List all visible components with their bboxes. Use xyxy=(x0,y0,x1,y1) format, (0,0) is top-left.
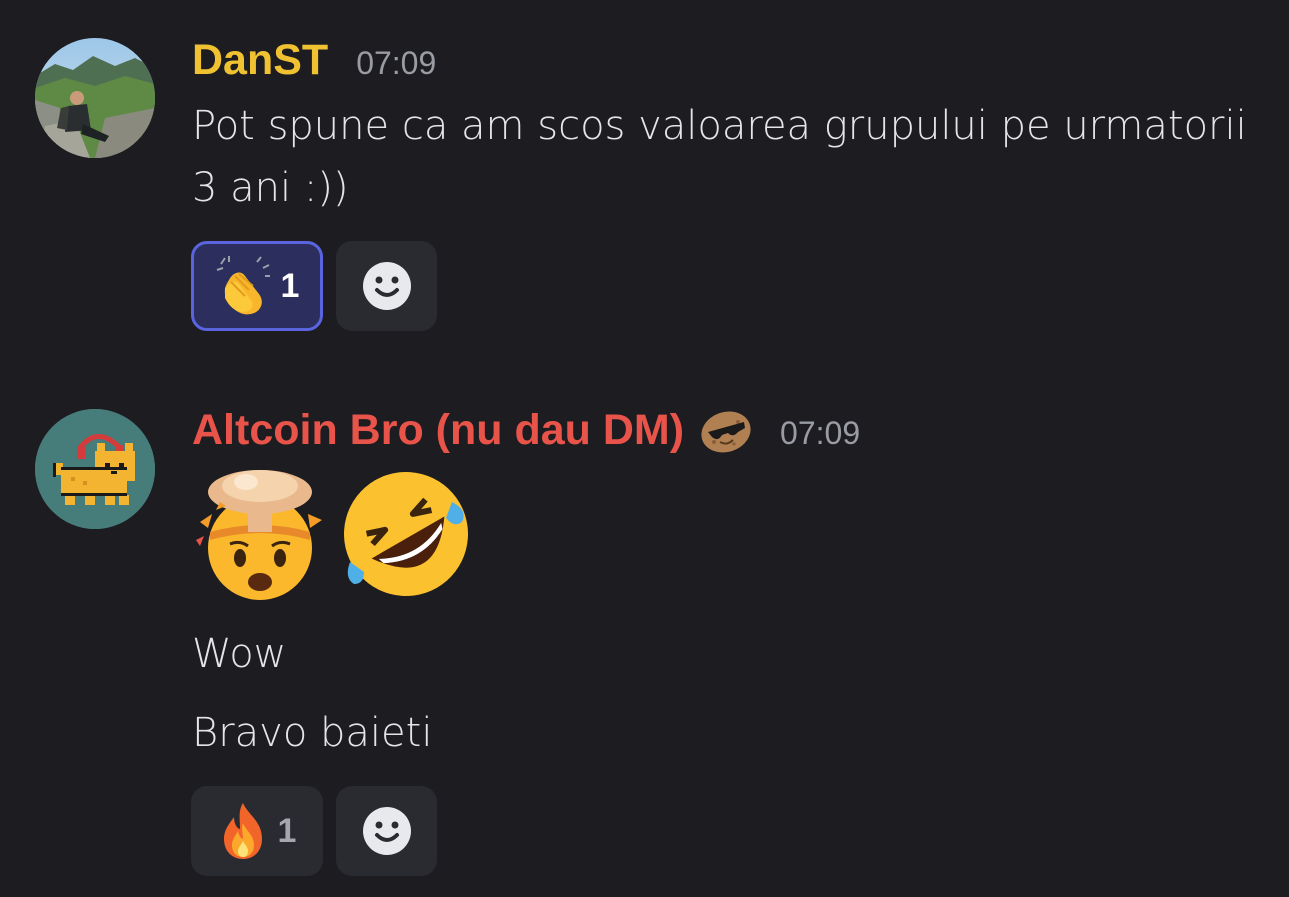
timestamp: 07:09 xyxy=(780,415,861,451)
jumbo-emoji-row xyxy=(190,462,476,602)
message-text: Pot spune ca am scos valoarea grupului p… xyxy=(192,95,1247,219)
potato-sunglasses-badge-icon xyxy=(700,406,752,460)
reaction-bar: 1 xyxy=(191,241,437,331)
fire-icon xyxy=(223,803,262,859)
message-text-bravo: Bravo baieti xyxy=(192,710,433,756)
reaction-count: 1 xyxy=(277,811,297,850)
exploding-head-emoji-icon xyxy=(196,470,322,600)
reaction-count: 1 xyxy=(280,266,300,305)
smiley-add-reaction-icon xyxy=(362,262,411,310)
username[interactable]: DanST xyxy=(192,36,328,85)
timestamp: 07:09 xyxy=(356,45,437,81)
reaction-fire[interactable]: 1 xyxy=(191,786,323,876)
avatar-danst[interactable] xyxy=(35,38,155,158)
add-reaction-button[interactable] xyxy=(336,786,437,876)
username[interactable]: Altcoin Bro (nu dau DM) xyxy=(192,406,684,455)
message-text-wow: Wow xyxy=(192,631,287,677)
message-line: 3 ani :)) xyxy=(192,165,349,211)
clapping-hands-icon xyxy=(216,256,270,315)
message-header: Altcoin Bro (nu dau DM) 07:09 xyxy=(192,406,860,460)
message-line: Pot spune ca am scos valoarea grupului p… xyxy=(192,103,1247,149)
landscape-photo-avatar-icon xyxy=(35,38,155,158)
avatar-altcoin-bro[interactable] xyxy=(35,409,155,529)
message-header: DanST 07:09 xyxy=(192,36,436,85)
add-reaction-button[interactable] xyxy=(336,241,437,331)
rolling-on-floor-laughing-emoji-icon xyxy=(344,472,468,596)
reaction-clap[interactable]: 1 xyxy=(191,241,323,331)
smiley-add-reaction-icon xyxy=(362,807,411,855)
reaction-bar: 1 xyxy=(191,786,437,876)
pixel-cat-headphones-avatar-icon xyxy=(35,409,155,529)
